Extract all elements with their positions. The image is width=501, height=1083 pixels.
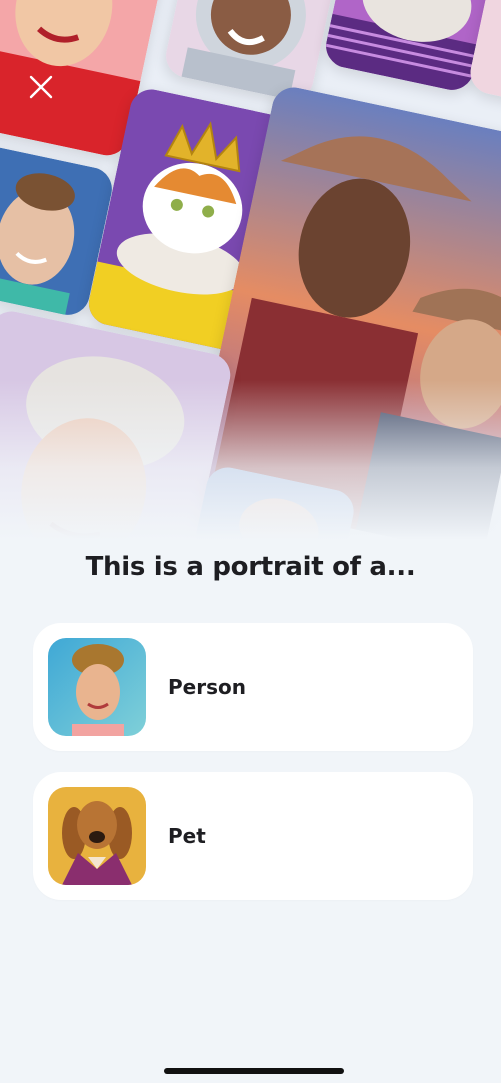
pet-label: Pet [168,824,206,848]
home-indicator [164,1068,344,1074]
collage-fade [0,380,501,540]
person-label: Person [168,675,246,699]
pet-option[interactable]: Pet [33,772,473,900]
astronaut-portrait [161,0,345,104]
person-portrait-thumbnail [48,638,146,736]
person-option[interactable]: Person [33,623,473,751]
pet-portrait-thumbnail [48,787,146,885]
close-icon [29,75,53,99]
page-title: This is a portrait of a... [85,552,416,582]
portrait-collage [0,0,501,540]
close-button[interactable] [26,72,56,102]
